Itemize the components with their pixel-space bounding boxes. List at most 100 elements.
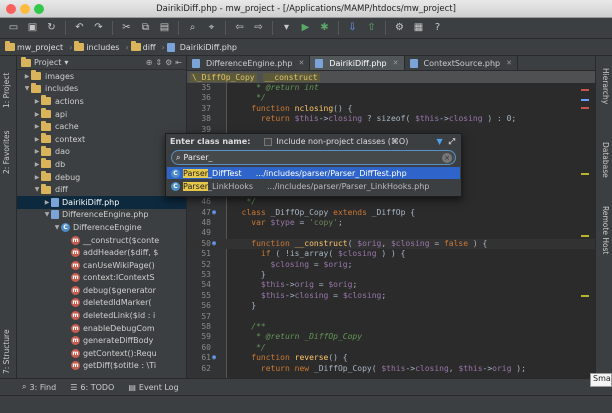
close-tab-icon[interactable]: ✕ <box>298 59 304 67</box>
project-tool-button[interactable]: 1: Project <box>2 73 11 108</box>
vcs-update-icon[interactable]: ⇩ <box>345 21 360 36</box>
help-icon[interactable]: ? <box>430 21 445 36</box>
code-line[interactable]: 58 /** <box>187 322 595 332</box>
code-line[interactable]: 50 ◉ function __construct( $orig, $closin… <box>187 238 595 250</box>
code-line[interactable]: 56 } <box>187 301 595 311</box>
find-tool-button[interactable]: ⌕ 3: Find <box>22 382 56 392</box>
expand-right-icon[interactable]: ▶ <box>33 123 41 130</box>
expand-right-icon[interactable]: ▶ <box>33 111 41 118</box>
code-line[interactable]: 35 * @return int <box>187 83 595 93</box>
open-folder-icon[interactable]: ▭ <box>6 21 21 36</box>
code-line[interactable]: 36 */ <box>187 93 595 103</box>
expand-right-icon[interactable]: ▶ <box>33 136 41 143</box>
gear-icon[interactable]: ⚙ <box>165 58 172 67</box>
code-line[interactable]: 38 return $this->closing ? sizeof( $this… <box>187 114 595 124</box>
code-area[interactable]: 35 * @return int 36 */37 function nclosin… <box>187 83 595 378</box>
tree-item[interactable]: m getDiff($otitle : \Ti <box>17 360 186 373</box>
event-log-tool-button[interactable]: ▤ Event Log <box>128 383 178 392</box>
run-icon[interactable]: ▶ <box>298 21 313 36</box>
collapse-icon[interactable]: ⇕ <box>155 58 162 67</box>
expand-down-icon[interactable]: ▼ <box>43 211 51 218</box>
todo-tool-button[interactable]: ☰ 6: TODO <box>70 383 114 392</box>
breadcrumb-item[interactable]: DairikiDiff.php <box>166 42 237 52</box>
debug-icon[interactable]: ✱ <box>317 21 332 36</box>
tree-item[interactable]: ▶ DairikiDiff.php <box>17 195 186 209</box>
code-line[interactable]: 61 ◉ function reverse() { <box>187 353 595 363</box>
code-line[interactable]: 60 */ <box>187 343 595 353</box>
nonproject-label[interactable]: Include non-project classes (⌘O) <box>276 137 408 146</box>
hierarchy-tool-button[interactable]: Hierarchy <box>601 68 610 104</box>
code-line[interactable]: 53 } <box>187 270 595 280</box>
chevron-down-icon[interactable]: ▾ <box>64 58 68 67</box>
class-result-item[interactable]: C Parser _LinkHooks .../includes/parser/Par… <box>167 180 460 192</box>
expand-down-icon[interactable]: ▼ <box>23 85 31 92</box>
editor-tab[interactable]: DifferenceEngine.php ✕ <box>187 56 311 70</box>
class-result-item[interactable]: C Parser _DiffTest .../includes/parser/Pars… <box>167 167 460 179</box>
tree-item[interactable]: ▶ actions <box>17 95 186 108</box>
class-search-field[interactable]: ⌕ × <box>171 150 456 165</box>
tree-item[interactable]: ▼ diff <box>17 183 186 196</box>
tree-item[interactable]: ▶ cache <box>17 120 186 133</box>
breadcrumb-item[interactable]: includes <box>74 41 119 52</box>
tree-item[interactable]: m __construct($conte <box>17 234 186 247</box>
warning-mark[interactable] <box>581 173 589 175</box>
tree-item[interactable]: m getContext():Requ <box>17 347 186 360</box>
replace-icon[interactable]: ⌖ <box>204 21 219 36</box>
locate-icon[interactable]: ⊕ <box>146 58 153 67</box>
code-line[interactable]: 55 $this->closing = $closing; <box>187 291 595 301</box>
undo-icon[interactable]: ↶ <box>72 21 87 36</box>
clear-search-icon[interactable]: × <box>442 152 452 163</box>
expand-right-icon[interactable]: ▶ <box>43 199 51 206</box>
tree-item[interactable]: ▶ db <box>17 158 186 171</box>
paste-icon[interactable]: ▤ <box>157 21 172 36</box>
vcs-commit-icon[interactable]: ⇧ <box>364 21 379 36</box>
structure-tool-button[interactable]: 7: Structure <box>2 329 11 374</box>
tree-item[interactable]: ▶ debug <box>17 171 186 184</box>
code-line[interactable]: 62 return new _DiffOp_Copy( $this->closi… <box>187 364 595 374</box>
code-line[interactable]: 52 $closing = $orig; <box>187 260 595 270</box>
tree-item[interactable]: ▶ dao <box>17 145 186 159</box>
tree-item[interactable]: m canUseWikiPage() <box>17 259 186 272</box>
hide-icon[interactable]: ⇤ <box>175 58 182 67</box>
editor-tab[interactable]: ContextSource.php ✕ <box>405 56 518 70</box>
tree-item[interactable]: m context:IContextS <box>17 272 186 285</box>
breadcrumb-item[interactable]: diff <box>130 41 155 52</box>
expand-right-icon[interactable]: ▶ <box>33 148 41 155</box>
forward-icon[interactable]: ⇨ <box>251 21 266 36</box>
close-tab-icon[interactable]: ✕ <box>393 59 399 67</box>
expand-down-icon[interactable]: ▼ <box>53 224 61 231</box>
code-line[interactable]: 37 function nclosing() { <box>187 104 595 114</box>
expand-down-icon[interactable]: ▼ <box>33 186 41 193</box>
code-line[interactable]: 48 var $type = 'copy'; <box>187 218 595 228</box>
filter-icon[interactable]: ▼ <box>436 137 442 147</box>
tree-item[interactable]: ▶ api <box>17 108 186 121</box>
tree-item[interactable]: m deletedLink($id : i <box>17 309 186 322</box>
warning-mark[interactable] <box>581 295 589 297</box>
breadcrumb-method[interactable]: __construct <box>262 72 320 82</box>
info-mark[interactable] <box>581 99 589 101</box>
code-line[interactable]: 46 */ <box>187 197 595 207</box>
code-line[interactable]: 47 ◉ class _DiffOp_Copy extends _DiffOp { <box>187 208 595 218</box>
tree-item[interactable]: ▶ images <box>17 70 186 83</box>
code-line[interactable]: 49 <box>187 228 595 238</box>
copy-icon[interactable]: ⧉ <box>138 21 153 36</box>
close-tab-icon[interactable]: ✕ <box>506 59 512 67</box>
cut-icon[interactable]: ✂ <box>119 21 134 36</box>
back-icon[interactable]: ⇦ <box>232 21 247 36</box>
tree-item[interactable]: ▼ includes <box>17 82 186 96</box>
remote-host-tool-button[interactable]: Remote Host <box>601 206 610 254</box>
nonproject-checkbox[interactable] <box>264 137 273 146</box>
code-line[interactable]: 54 $this->orig = $orig; <box>187 280 595 290</box>
sync-icon[interactable]: ↻ <box>44 21 59 36</box>
override-marker-icon[interactable]: ◉ <box>212 208 224 216</box>
error-mark[interactable] <box>581 107 589 109</box>
code-line[interactable]: 57 <box>187 312 595 322</box>
redo-icon[interactable]: ↷ <box>91 21 106 36</box>
find-icon[interactable]: ⌕ <box>185 21 200 36</box>
project-panel-title[interactable]: Project <box>34 58 61 67</box>
tree-item[interactable]: m debug($generator <box>17 284 186 297</box>
structure-icon[interactable]: ▦ <box>411 21 426 36</box>
run-config-dropdown-icon[interactable]: ▾ <box>279 21 294 36</box>
expand-right-icon[interactable]: ▶ <box>33 161 41 168</box>
tree-item[interactable]: m enableDebugCom <box>17 322 186 335</box>
